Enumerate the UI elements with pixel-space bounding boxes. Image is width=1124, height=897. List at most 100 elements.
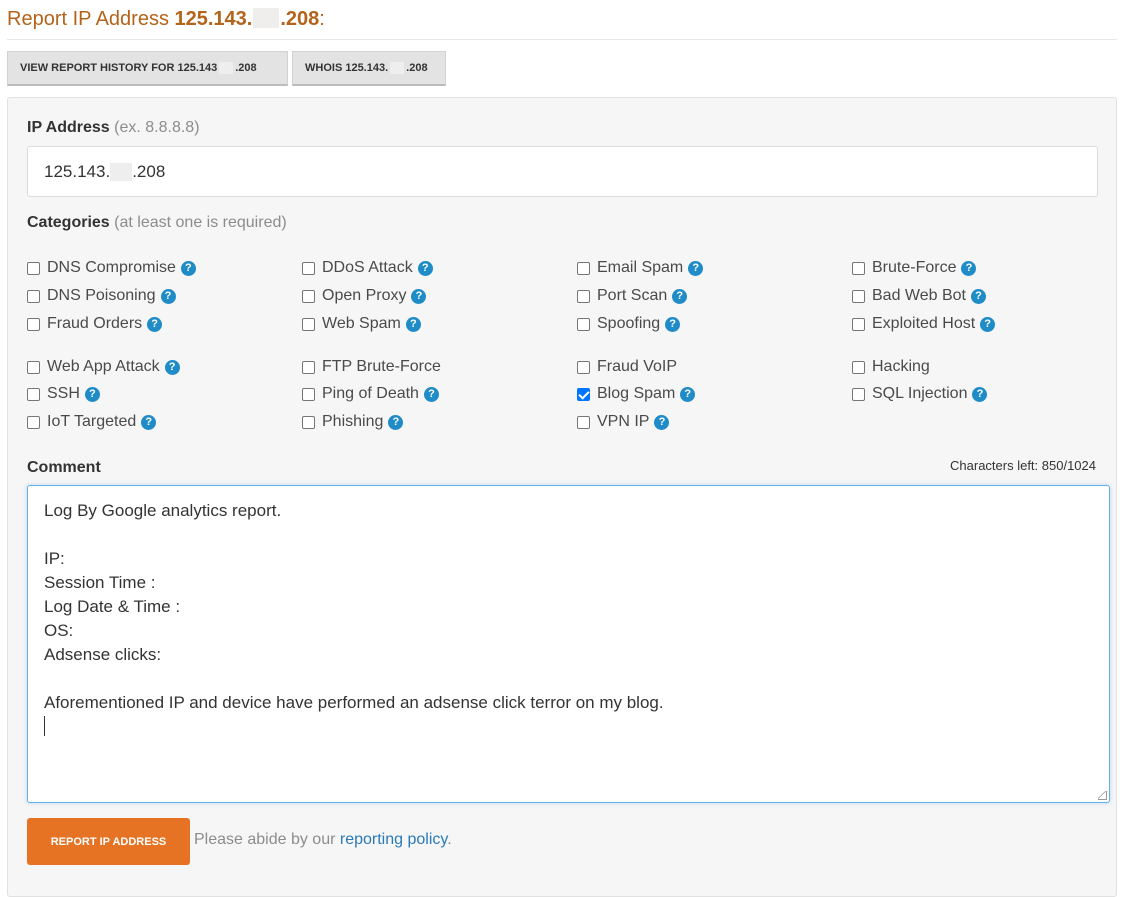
help-icon[interactable]: ? bbox=[972, 386, 988, 402]
category-web-app-attack[interactable]: Web App Attack? bbox=[27, 356, 180, 378]
category-spoofing[interactable]: Spoofing? bbox=[577, 313, 681, 335]
category-checkbox[interactable] bbox=[852, 289, 865, 303]
ip-value-end: .208 bbox=[132, 161, 166, 181]
title-prefix: Report IP Address bbox=[7, 8, 175, 30]
category-label: Bad Web Bot bbox=[872, 287, 966, 304]
comment-caret-line bbox=[44, 715, 1093, 739]
comment-line: Adsense clicks: bbox=[44, 645, 162, 664]
category-hacking[interactable]: Hacking bbox=[852, 356, 930, 378]
comment-line bbox=[44, 523, 1093, 547]
category-label: VPN IP bbox=[597, 413, 650, 430]
category-checkbox[interactable] bbox=[302, 261, 315, 275]
category-label: FTP Brute-Force bbox=[322, 358, 441, 375]
category-checkbox[interactable] bbox=[852, 360, 865, 374]
help-icon[interactable]: ? bbox=[147, 316, 163, 332]
category-label: DNS Compromise bbox=[47, 259, 176, 276]
category-vpn-ip[interactable]: VPN IP? bbox=[577, 411, 670, 433]
category-dns-compromise[interactable]: DNS Compromise? bbox=[27, 257, 196, 279]
help-icon[interactable]: ? bbox=[980, 316, 996, 332]
category-checkbox[interactable] bbox=[852, 317, 865, 331]
category-label: Open Proxy bbox=[322, 287, 407, 304]
history-label-end: .208 bbox=[235, 62, 257, 74]
category-label: Email Spam bbox=[597, 259, 684, 276]
category-sql-injection[interactable]: SQL Injection? bbox=[852, 383, 988, 405]
category-checkbox[interactable] bbox=[27, 289, 40, 303]
category-email-spam[interactable]: Email Spam? bbox=[577, 257, 704, 279]
comment-label: Comment bbox=[27, 459, 101, 476]
help-icon[interactable]: ? bbox=[423, 386, 439, 402]
category-phishing[interactable]: Phishing? bbox=[302, 411, 404, 433]
category-label: Blog Spam bbox=[597, 385, 676, 402]
category-label: IoT Targeted bbox=[47, 413, 137, 430]
whois-button[interactable]: WHOIS 125.143. .208 bbox=[292, 51, 446, 86]
category-checkbox[interactable] bbox=[852, 261, 865, 275]
category-checkbox[interactable] bbox=[852, 387, 865, 401]
category-brute-force[interactable]: Brute-Force? bbox=[852, 257, 977, 279]
category-iot-targeted[interactable]: IoT Targeted? bbox=[27, 411, 157, 433]
reporting-policy-link[interactable]: reporting policy bbox=[340, 831, 447, 848]
category-ping-of-death[interactable]: Ping of Death? bbox=[302, 383, 439, 405]
category-checkbox[interactable] bbox=[27, 360, 40, 374]
help-icon[interactable]: ? bbox=[688, 260, 704, 276]
category-checkbox[interactable] bbox=[27, 261, 40, 275]
category-checkbox[interactable] bbox=[27, 415, 40, 429]
category-checkbox[interactable] bbox=[302, 360, 315, 374]
help-icon[interactable]: ? bbox=[141, 414, 157, 430]
category-checkbox[interactable] bbox=[577, 261, 590, 275]
category-ssh[interactable]: SSH? bbox=[27, 383, 100, 405]
category-checkbox[interactable] bbox=[302, 415, 315, 429]
category-checkbox[interactable] bbox=[577, 360, 590, 374]
category-checkbox[interactable] bbox=[577, 317, 590, 331]
category-ddos-attack[interactable]: DDoS Attack? bbox=[302, 257, 433, 279]
category-checkbox[interactable] bbox=[577, 289, 590, 303]
category-blog-spam[interactable]: Blog Spam? bbox=[577, 383, 696, 405]
help-icon[interactable]: ? bbox=[417, 260, 433, 276]
comment-line: OS: bbox=[44, 621, 74, 640]
category-checkbox[interactable] bbox=[302, 289, 315, 303]
category-open-proxy[interactable]: Open Proxy? bbox=[302, 285, 427, 307]
category-bad-web-bot[interactable]: Bad Web Bot? bbox=[852, 285, 986, 307]
category-checkbox[interactable] bbox=[302, 387, 315, 401]
help-icon[interactable]: ? bbox=[970, 288, 986, 304]
category-web-spam[interactable]: Web Spam? bbox=[302, 313, 421, 335]
category-label: Web Spam bbox=[322, 315, 401, 332]
help-icon[interactable]: ? bbox=[654, 414, 670, 430]
category-label: DDoS Attack bbox=[322, 259, 413, 276]
help-icon[interactable]: ? bbox=[84, 386, 100, 402]
category-checkbox[interactable] bbox=[577, 415, 590, 429]
help-icon[interactable]: ? bbox=[672, 288, 688, 304]
help-icon[interactable]: ? bbox=[388, 414, 404, 430]
ip-address-input[interactable]: 125.143. .208 bbox=[27, 146, 1098, 197]
ip-address-label: IP Address (ex. 8.8.8.8) bbox=[27, 119, 200, 137]
category-fraud-orders[interactable]: Fraud Orders? bbox=[27, 313, 163, 335]
help-icon[interactable]: ? bbox=[180, 260, 196, 276]
whois-label-start: WHOIS 125.143. bbox=[305, 62, 389, 74]
report-ip-address-button[interactable]: REPORT IP ADDRESS bbox=[27, 818, 190, 865]
category-checkbox[interactable] bbox=[27, 387, 40, 401]
category-ftp-brute-force[interactable]: FTP Brute-Force bbox=[302, 356, 441, 378]
category-dns-poisoning[interactable]: DNS Poisoning? bbox=[27, 285, 176, 307]
text-caret bbox=[44, 716, 45, 736]
category-checkbox[interactable] bbox=[302, 317, 315, 331]
page-title: Report IP Address 125.143. .208: bbox=[7, 6, 325, 32]
category-exploited-host[interactable]: Exploited Host? bbox=[852, 313, 996, 335]
category-fraud-voip[interactable]: Fraud VoIP bbox=[577, 356, 677, 378]
help-icon[interactable]: ? bbox=[160, 288, 176, 304]
view-report-history-button[interactable]: VIEW REPORT HISTORY FOR 125.143 .208 bbox=[7, 51, 288, 86]
resize-handle[interactable] bbox=[1098, 791, 1107, 800]
help-icon[interactable]: ? bbox=[665, 316, 681, 332]
help-icon[interactable]: ? bbox=[680, 386, 696, 402]
category-label: Brute-Force bbox=[872, 259, 957, 276]
help-icon[interactable]: ? bbox=[411, 288, 427, 304]
category-label: Phishing bbox=[322, 413, 384, 430]
category-port-scan[interactable]: Port Scan? bbox=[577, 285, 688, 307]
category-label: SQL Injection bbox=[872, 385, 968, 402]
category-checkbox[interactable] bbox=[577, 387, 590, 401]
help-icon[interactable]: ? bbox=[164, 359, 180, 375]
help-icon[interactable]: ? bbox=[405, 316, 421, 332]
comment-text: Log By Google analytics report. IP: Sessio… bbox=[44, 499, 1093, 715]
category-checkbox[interactable] bbox=[27, 317, 40, 331]
help-icon[interactable]: ? bbox=[961, 260, 977, 276]
category-label: Fraud VoIP bbox=[597, 358, 678, 375]
comment-textarea[interactable]: Log By Google analytics report. IP: Sessio… bbox=[27, 485, 1110, 803]
